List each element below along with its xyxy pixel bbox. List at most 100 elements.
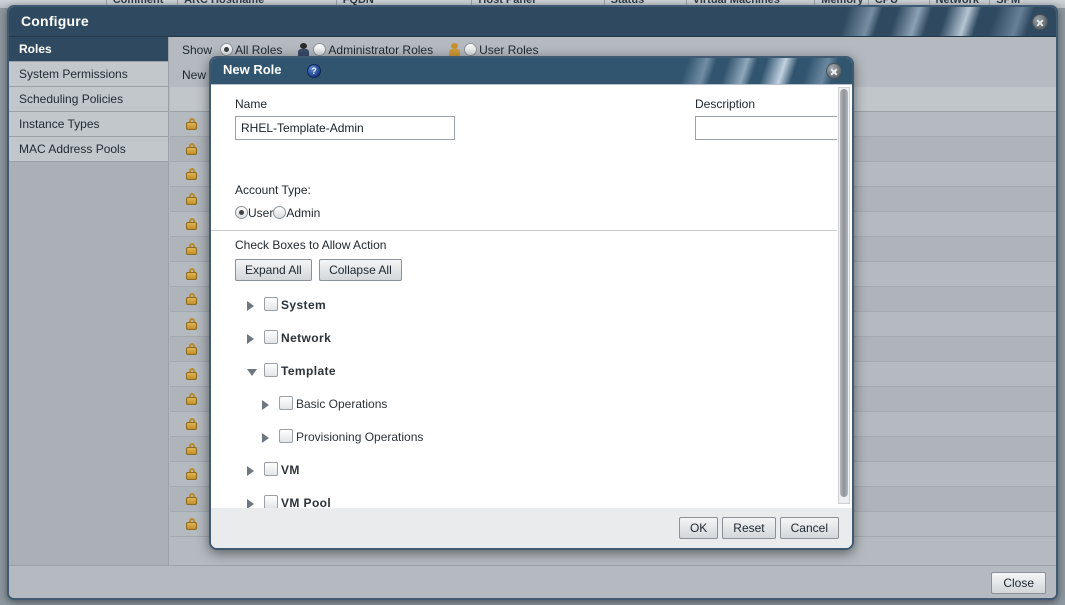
screen-root: Comment ARC Hostname FQDN Host Panel Status V… [0, 0, 1065, 605]
name-input[interactable] [235, 116, 455, 140]
tree-node-basic-operations: Basic Operations [235, 392, 837, 425]
collapse-all-button[interactable]: Collapse All [319, 259, 402, 281]
tree-node-label[interactable]: Network [281, 330, 331, 346]
configure-window-title: Configure [21, 13, 89, 29]
sidebar-item-label: Roles [19, 42, 52, 56]
tree-node-vm: VM [235, 458, 837, 491]
lock-icon [186, 118, 197, 130]
radio-user-roles[interactable] [464, 43, 478, 56]
sidebar-item-scheduling-policies[interactable]: Scheduling Policies [9, 87, 168, 112]
checkbox-vm-pool[interactable] [264, 495, 278, 508]
description-field-group: Description [695, 97, 837, 140]
radio-administrator-roles[interactable] [313, 43, 327, 56]
sidebar-item-instance-types[interactable]: Instance Types [9, 112, 168, 137]
tree-node-label[interactable]: Basic Operations [296, 396, 387, 412]
tree-node-system: System [235, 293, 837, 326]
configure-titlebar: Configure [9, 7, 1056, 37]
tree-node-label[interactable]: VM Pool [281, 495, 331, 508]
modal-titlebar-swoosh-decoration [622, 58, 852, 84]
lock-icon [186, 368, 197, 380]
permissions-tree: System Network Template Basic Operations Pro… [235, 293, 837, 508]
admin-person-icon [298, 43, 310, 57]
sidebar-item-label: Instance Types [19, 117, 100, 131]
permissions-section: Check Boxes to Allow Action Expand All C… [235, 238, 837, 508]
lock-icon [186, 293, 197, 305]
new-button[interactable]: New [182, 68, 206, 82]
checkbox-system[interactable] [264, 297, 278, 311]
radio-label[interactable]: Administrator Roles [328, 43, 433, 57]
lock-icon [186, 443, 197, 455]
chevron-right-icon[interactable] [262, 400, 269, 410]
tree-node-network: Network [235, 326, 837, 359]
close-button[interactable]: Close [991, 572, 1046, 594]
tree-node-vm-pool: VM Pool [235, 491, 837, 508]
chevron-right-icon[interactable] [247, 301, 254, 311]
chevron-right-icon[interactable] [247, 466, 254, 476]
sidebar-item-label: MAC Address Pools [19, 142, 126, 156]
scrollbar-thumb[interactable] [840, 89, 848, 497]
sidebar-item-mac-address-pools[interactable]: MAC Address Pools [9, 137, 168, 162]
checkbox-template[interactable] [264, 363, 278, 377]
chevron-right-icon[interactable] [247, 499, 254, 508]
configure-sidebar: Roles System Permissions Scheduling Polici… [9, 37, 169, 565]
expand-collapse-buttons: Expand All Collapse All [235, 259, 837, 281]
checkbox-vm[interactable] [264, 462, 278, 476]
cancel-button[interactable]: Cancel [779, 517, 839, 539]
name-field-group: Name [235, 97, 465, 140]
ok-button[interactable]: OK [678, 517, 719, 539]
expand-all-button[interactable]: Expand All [235, 259, 312, 281]
configure-footer: Close [9, 565, 1056, 598]
lock-icon [186, 518, 197, 530]
chevron-right-icon[interactable] [247, 334, 254, 344]
sidebar-item-label: System Permissions [19, 67, 128, 81]
section-divider [211, 230, 837, 231]
new-role-content: Name Description Account Type: User Admin… [211, 84, 852, 508]
radio-label[interactable]: User Roles [479, 43, 538, 57]
lock-icon [186, 268, 197, 280]
radio-all-roles[interactable] [220, 43, 234, 56]
new-role-titlebar: New Role ? [211, 58, 852, 84]
sidebar-item-system-permissions[interactable]: System Permissions [9, 62, 168, 87]
lock-icon [186, 143, 197, 155]
radio-label[interactable]: All Roles [235, 43, 282, 57]
radio-label: Admin [286, 206, 321, 220]
lock-icon [186, 343, 197, 355]
chevron-right-icon[interactable] [262, 433, 269, 443]
tree-node-label[interactable]: Provisioning Operations [296, 429, 423, 445]
lock-icon [186, 168, 197, 180]
lock-icon [186, 318, 197, 330]
sidebar-item-roles[interactable]: Roles [9, 37, 168, 62]
new-role-dialog: New Role ? Name Description Account [209, 56, 854, 550]
tree-node-label[interactable]: VM [281, 462, 300, 478]
name-label: Name [235, 97, 268, 111]
description-input[interactable] [695, 116, 837, 140]
reset-button[interactable]: Reset [722, 517, 776, 539]
show-label: Show [182, 43, 213, 57]
account-type-option-admin[interactable]: Admin [273, 206, 320, 220]
radio-label: User [248, 206, 274, 220]
description-label: Description [695, 97, 756, 111]
checkbox-provisioning-operations[interactable] [279, 429, 293, 443]
new-role-scroll-area: Name Description Account Type: User Admin… [211, 85, 837, 508]
new-role-dialog-title: New Role [223, 62, 282, 77]
checkbox-basic-operations[interactable] [279, 396, 293, 410]
chevron-down-icon[interactable] [247, 369, 257, 376]
close-icon[interactable] [826, 63, 842, 79]
radio-user[interactable] [235, 206, 248, 219]
dialog-scrollbar[interactable] [838, 87, 850, 504]
account-type-group: Account Type: User Admin [235, 183, 320, 220]
fields-row: Name Description [211, 85, 837, 140]
lock-icon [186, 418, 197, 430]
account-type-option-user[interactable]: User [235, 206, 273, 220]
lock-icon [186, 193, 197, 205]
tree-node-label[interactable]: System [281, 297, 326, 313]
help-icon[interactable]: ? [307, 64, 321, 78]
lock-icon [186, 218, 197, 230]
radio-admin[interactable] [273, 206, 287, 219]
checkbox-network[interactable] [264, 330, 278, 344]
check-boxes-title: Check Boxes to Allow Action [235, 238, 387, 252]
close-icon[interactable] [1032, 14, 1048, 30]
lock-icon [186, 468, 197, 480]
tree-node-label[interactable]: Template [281, 363, 336, 379]
titlebar-swoosh-decoration [756, 7, 1056, 36]
